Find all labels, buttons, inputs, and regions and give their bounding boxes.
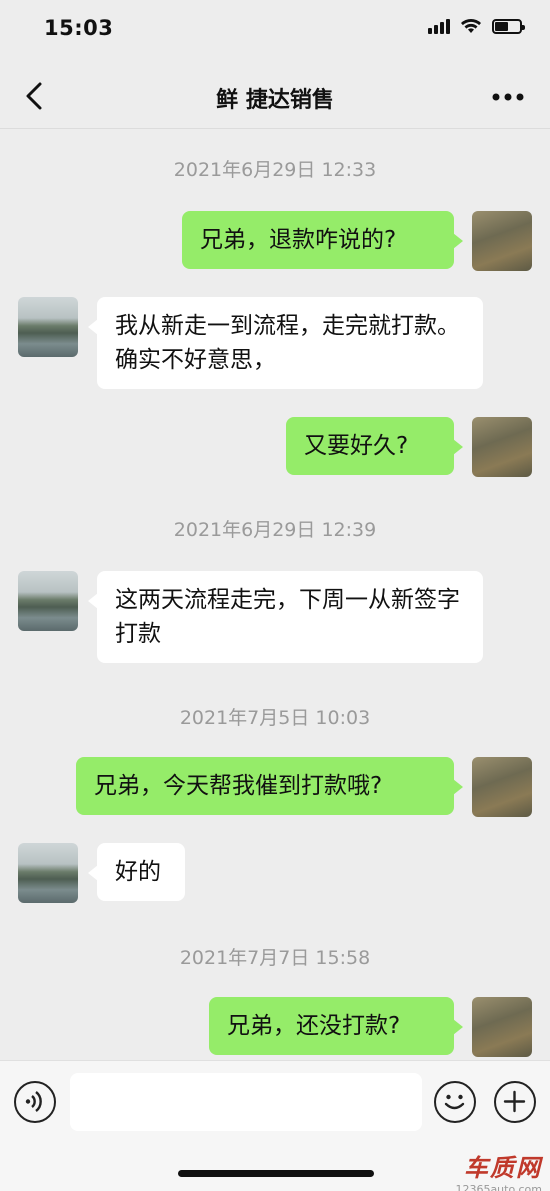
my-avatar[interactable] bbox=[472, 757, 532, 817]
timestamp: 2021年6月29日 12:39 bbox=[173, 519, 377, 541]
received-message-bubble[interactable]: 好的 bbox=[88, 843, 185, 901]
status-bar: 15:03 bbox=[0, 0, 550, 60]
my-avatar[interactable] bbox=[472, 997, 532, 1057]
status-icons bbox=[428, 18, 525, 34]
status-time: 15:03 bbox=[44, 16, 114, 40]
contact-avatar[interactable] bbox=[18, 571, 78, 631]
chat-header: 鲜 捷达销售 bbox=[0, 62, 550, 130]
received-message-bubble[interactable]: 我从新走一到流程，走完就打款。确实不好意思， bbox=[88, 297, 483, 389]
my-avatar[interactable] bbox=[472, 417, 532, 477]
watermark-sub: 12365auto.com bbox=[455, 1183, 542, 1191]
watermark: 车质网 12365auto.com bbox=[455, 1148, 542, 1191]
my-avatar[interactable] bbox=[472, 211, 532, 271]
sent-message-bubble[interactable]: 兄弟，今天帮我催到打款哦? bbox=[76, 757, 463, 815]
received-message-bubble[interactable]: 这两天流程走完，下周一从新签字打款 bbox=[88, 571, 483, 663]
contact-avatar[interactable] bbox=[18, 297, 78, 357]
battery-icon bbox=[492, 18, 525, 34]
voice-icon[interactable] bbox=[14, 1081, 56, 1123]
plus-icon[interactable] bbox=[494, 1081, 536, 1123]
more-dots-icon[interactable] bbox=[490, 82, 526, 112]
timestamp: 2021年7月5日 10:03 bbox=[179, 707, 371, 729]
contact-avatar[interactable] bbox=[18, 843, 78, 903]
chat-title: 鲜 捷达销售 bbox=[216, 88, 334, 113]
sent-message-bubble[interactable]: 兄弟，退款咋说的? bbox=[182, 211, 463, 269]
timestamp: 2021年7月7日 15:58 bbox=[179, 947, 371, 969]
sent-message-bubble[interactable]: 兄弟，还没打款? bbox=[209, 997, 463, 1055]
wifi-icon bbox=[461, 19, 481, 33]
sent-message-bubble[interactable]: 又要好久? bbox=[286, 417, 463, 475]
emoji-icon[interactable] bbox=[434, 1081, 476, 1123]
home-indicator[interactable] bbox=[178, 1170, 374, 1177]
watermark-main: 车质网 bbox=[464, 1154, 542, 1182]
signal-icon bbox=[428, 18, 450, 34]
message-input[interactable] bbox=[70, 1073, 422, 1131]
header-divider bbox=[0, 128, 550, 129]
timestamp: 2021年6月29日 12:33 bbox=[173, 159, 377, 181]
